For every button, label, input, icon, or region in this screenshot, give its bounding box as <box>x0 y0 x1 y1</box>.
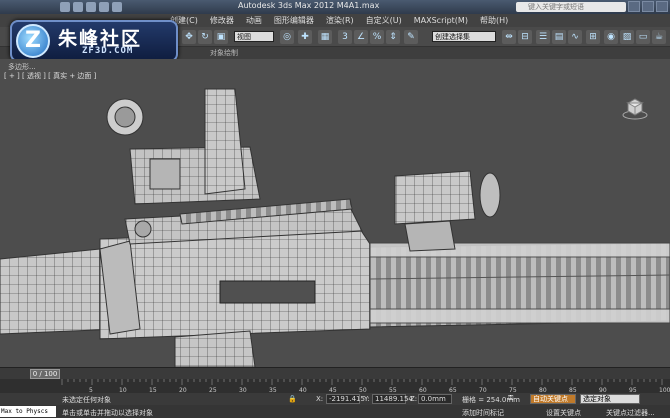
ribbon-tab-object-paint[interactable]: 对象绘制 <box>210 48 238 58</box>
logo-name-en: ZF3D.COM <box>82 46 134 56</box>
x-coordinate-field[interactable]: -2191.415 <box>326 394 365 404</box>
menu-item-modifiers[interactable]: 修改器 <box>210 15 234 26</box>
percent-snap-icon[interactable]: % <box>370 30 384 44</box>
reference-coordinate-select[interactable]: 视图 <box>234 31 274 42</box>
track-ruler: 5 10 15 20 25 30 35 40 45 50 55 60 65 70 75 80 85 90 95 100 <box>61 379 670 394</box>
key-filters-button[interactable]: 关键点过滤器... <box>606 408 655 418</box>
curve-editor-icon[interactable]: ∿ <box>568 30 582 44</box>
quick-access-toolbar <box>60 2 122 12</box>
x-label: X: <box>316 395 324 403</box>
add-time-tag[interactable]: 添加时间标记 <box>462 408 504 418</box>
edit-named-selection-icon[interactable]: ✎ <box>404 30 418 44</box>
new-icon[interactable] <box>60 2 70 12</box>
menu-item-rendering[interactable]: 渲染(R) <box>326 15 354 26</box>
move-icon[interactable]: ✥ <box>182 30 196 44</box>
menu-item-animation[interactable]: 动画 <box>246 15 262 26</box>
rotate-icon[interactable]: ↻ <box>198 30 212 44</box>
save-icon[interactable] <box>86 2 96 12</box>
menu-item-help[interactable]: 帮助(H) <box>480 15 508 26</box>
keyboard-shortcut-icon[interactable]: ▦ <box>318 30 332 44</box>
time-slider-bar[interactable]: 0 / 100 <box>0 367 670 379</box>
z-coordinate-field[interactable]: 0.0mm <box>418 394 452 404</box>
mirror-icon[interactable]: ⇹ <box>502 30 516 44</box>
logo-emblem: Z <box>16 24 50 58</box>
select-manipulate-icon[interactable]: ✚ <box>298 30 312 44</box>
spinner-snap-icon[interactable]: ⇕ <box>386 30 400 44</box>
maxscript-listener[interactable]: Max to Physcs <box>0 406 56 417</box>
material-editor-icon[interactable]: ◉ <box>604 30 618 44</box>
menu-item-customize[interactable]: 自定义(U) <box>366 15 402 26</box>
key-mode-select[interactable]: 选定对象 <box>580 394 640 404</box>
schematic-view-icon[interactable]: ⊞ <box>586 30 600 44</box>
open-icon[interactable] <box>73 2 83 12</box>
y-coordinate-field[interactable]: 11489.154 <box>372 394 413 404</box>
undo-icon[interactable] <box>99 2 109 12</box>
ribbon-toggle-icon[interactable]: ▤ <box>552 30 566 44</box>
render-icon[interactable]: ☕ <box>652 30 666 44</box>
z-label: Z: <box>410 395 418 403</box>
viewport-label[interactable]: [ + ] [ 透视 ] [ 真实 + 边面 ] <box>4 71 96 81</box>
align-icon[interactable]: ⊟ <box>518 30 532 44</box>
render-frame-icon[interactable]: ▭ <box>636 30 650 44</box>
minimize-icon[interactable] <box>628 1 640 12</box>
menu-item-maxscript[interactable]: MAXScript(M) <box>414 16 468 25</box>
y-label: Y: <box>364 395 370 403</box>
search-input[interactable]: 键入关键字或短语 <box>516 2 626 12</box>
perspective-viewport[interactable]: 多边形... [ + ] [ 透视 ] [ 真实 + 边面 ] <box>0 59 670 367</box>
redo-icon[interactable] <box>112 2 122 12</box>
snap-toggle-icon[interactable]: 3 <box>338 30 352 44</box>
window-controls <box>628 1 668 12</box>
status-bar-top: 未选定任何对象 🔒 X: -2191.415 Y: 11489.154 Z: 0… <box>0 393 670 405</box>
status-bar-bottom: Max to Physcs 单击或单击并拖动以选择对象 添加时间标记 设置关键点… <box>0 405 670 418</box>
time-slider[interactable]: 0 / 100 <box>30 369 60 379</box>
close-icon[interactable] <box>656 1 668 12</box>
viewcube-icon[interactable] <box>622 97 648 121</box>
title-bar: Autodesk 3ds Max 2012 M4A1.max 键入关键字或短语 <box>0 0 670 14</box>
selection-info: 未选定任何对象 <box>62 396 111 404</box>
lock-icon[interactable]: 🔒 <box>288 395 297 403</box>
prompt-text: 单击或单击并拖动以选择对象 <box>62 409 153 417</box>
named-selection-set[interactable]: 创建选择集 <box>432 31 496 42</box>
set-key-button[interactable]: 设置关键点 <box>546 408 581 418</box>
auto-key-button[interactable]: 自动关键点 <box>530 394 576 404</box>
layer-manager-icon[interactable]: ☰ <box>536 30 550 44</box>
render-setup-icon[interactable]: ▨ <box>620 30 634 44</box>
watermark-logo: Z 朱峰社区 ZF3D.COM <box>10 20 178 62</box>
maximize-icon[interactable] <box>642 1 654 12</box>
pivot-icon[interactable]: ◎ <box>280 30 294 44</box>
window-title: Autodesk 3ds Max 2012 M4A1.max <box>238 1 380 10</box>
key-icon[interactable]: ⚿ <box>508 394 513 403</box>
angle-snap-icon[interactable]: ∠ <box>354 30 368 44</box>
rifle-model <box>0 88 670 367</box>
menu-item-graph-editors[interactable]: 图形编辑器 <box>274 15 314 26</box>
scale-icon[interactable]: ▣ <box>214 30 228 44</box>
track-bar[interactable]: 5 10 15 20 25 30 35 40 45 50 55 60 65 70 75 80 85 90 95 100 <box>0 379 670 394</box>
